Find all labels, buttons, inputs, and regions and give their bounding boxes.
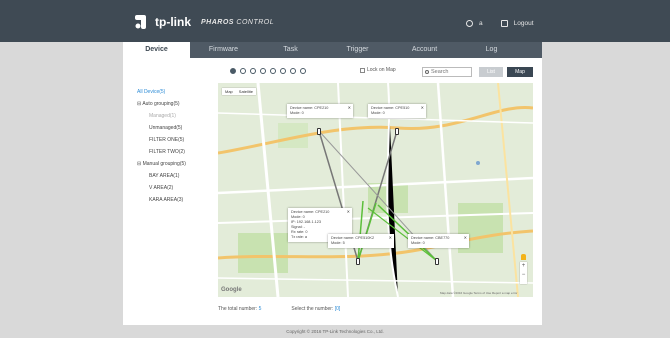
google-logo: Google <box>221 287 242 293</box>
lock-on-map-checkbox[interactable]: Lock on Map <box>360 67 396 73</box>
edit-icon[interactable] <box>240 68 246 74</box>
sidebar-item-filter-two[interactable]: FILTER TWO(2) <box>137 146 217 158</box>
device-popup: ✕ Device name: CBE770 Mode: 0 <box>408 234 469 248</box>
search-input[interactable] <box>431 68 467 76</box>
lock-on-map-label: Lock on Map <box>367 67 396 73</box>
sidebar-item-unmanaged[interactable]: Unmanaged(5) <box>137 122 217 134</box>
map-type-switcher: Map Satellite <box>222 88 257 95</box>
close-icon[interactable]: ✕ <box>421 105 424 110</box>
device-marker-icon[interactable] <box>395 128 399 135</box>
tab-log[interactable]: Log <box>458 42 525 58</box>
zoom-icon[interactable] <box>290 68 296 74</box>
tab-device[interactable]: Device <box>123 42 190 58</box>
sidebar-item-all-device[interactable]: All Device(5) <box>137 86 217 98</box>
copy-icon[interactable] <box>260 68 266 74</box>
map-type-map[interactable]: Map <box>222 88 236 95</box>
sidebar-item-managed[interactable]: Managed(1) <box>137 110 217 122</box>
sidebar-item-filter-one[interactable]: FILTER ONE(5) <box>137 134 217 146</box>
tab-account[interactable]: Account <box>391 42 458 58</box>
brand-name: tp-link <box>155 15 191 29</box>
user-name[interactable]: a <box>479 20 483 27</box>
logout-icon[interactable] <box>500 20 508 27</box>
map-attribution: Map data ©2016 Google Terms of Use Repor… <box>440 291 518 295</box>
user-icon[interactable] <box>466 20 473 27</box>
copyright-footer: Copyright © 2016 TP-Link Technologies Co… <box>286 329 384 334</box>
list-view-button[interactable]: List <box>479 67 503 77</box>
select-number: Select the number: [0] <box>291 306 341 312</box>
zoom-control: + − <box>520 262 527 284</box>
close-icon[interactable]: ✕ <box>348 105 351 110</box>
main-nav: Device Firmware Task Trigger Account Log <box>123 42 542 58</box>
refresh-icon[interactable] <box>280 68 286 74</box>
map-type-satellite[interactable]: Satellite <box>236 88 256 95</box>
sidebar-item-kara-area[interactable]: KARA AREA(3) <box>137 194 217 206</box>
street-view-pegman-icon[interactable] <box>521 254 526 260</box>
info-icon[interactable] <box>270 68 276 74</box>
tp-link-logo: tp-link PHAROS CONTROL <box>135 13 274 31</box>
tab-task[interactable]: Task <box>257 42 324 58</box>
device-group-sidebar: All Device(5) ⊟ Auto grouping(5) Managed… <box>137 86 217 206</box>
tab-trigger[interactable]: Trigger <box>324 42 391 58</box>
total-number: The total number: 5 <box>218 306 262 312</box>
sidebar-item-manual-grouping[interactable]: ⊟ Manual grouping(5) <box>137 158 217 170</box>
device-marker-icon[interactable] <box>435 258 439 265</box>
logout-link[interactable]: Logout <box>514 20 534 27</box>
device-popup: ✕ Device name: CPE210 Mode: 0 <box>287 104 353 118</box>
device-marker-icon[interactable] <box>356 258 360 265</box>
delete-icon[interactable] <box>250 68 256 74</box>
close-icon[interactable]: ✕ <box>464 235 467 240</box>
zoom-out-icon[interactable]: − <box>520 271 527 280</box>
top-bar: tp-link PHAROS CONTROL a Logout <box>0 0 670 42</box>
map-footer-stats: The total number: 5 Select the number: [… <box>218 306 340 312</box>
zoom-in-icon[interactable]: + <box>520 262 527 271</box>
device-popup: ✕ Device name: CPE510 Mode: 0 <box>368 104 426 118</box>
search-icon <box>425 70 429 74</box>
tab-firmware[interactable]: Firmware <box>190 42 257 58</box>
product-name: PHAROS CONTROL <box>201 18 275 26</box>
settings-icon[interactable] <box>300 68 306 74</box>
search-box[interactable] <box>422 67 472 77</box>
sidebar-item-auto-grouping[interactable]: ⊟ Auto grouping(5) <box>137 98 217 110</box>
checkbox-icon[interactable] <box>360 67 365 73</box>
close-icon[interactable]: ✕ <box>389 235 392 240</box>
sidebar-item-v-area[interactable]: V AREA(2) <box>137 182 217 194</box>
header-user-area: a Logout <box>466 20 534 27</box>
map-view-button[interactable]: Map <box>507 67 533 77</box>
device-popup: ✕ Device name: CPE510K2 Mode: 5 <box>328 234 394 248</box>
sidebar-item-bay-area[interactable]: BAY AREA(1) <box>137 170 217 182</box>
tp-link-logo-icon <box>135 15 146 29</box>
add-icon[interactable] <box>230 68 236 74</box>
close-icon[interactable]: ✕ <box>347 209 350 214</box>
device-marker-icon[interactable] <box>317 128 321 135</box>
map-toolbar <box>230 68 306 74</box>
